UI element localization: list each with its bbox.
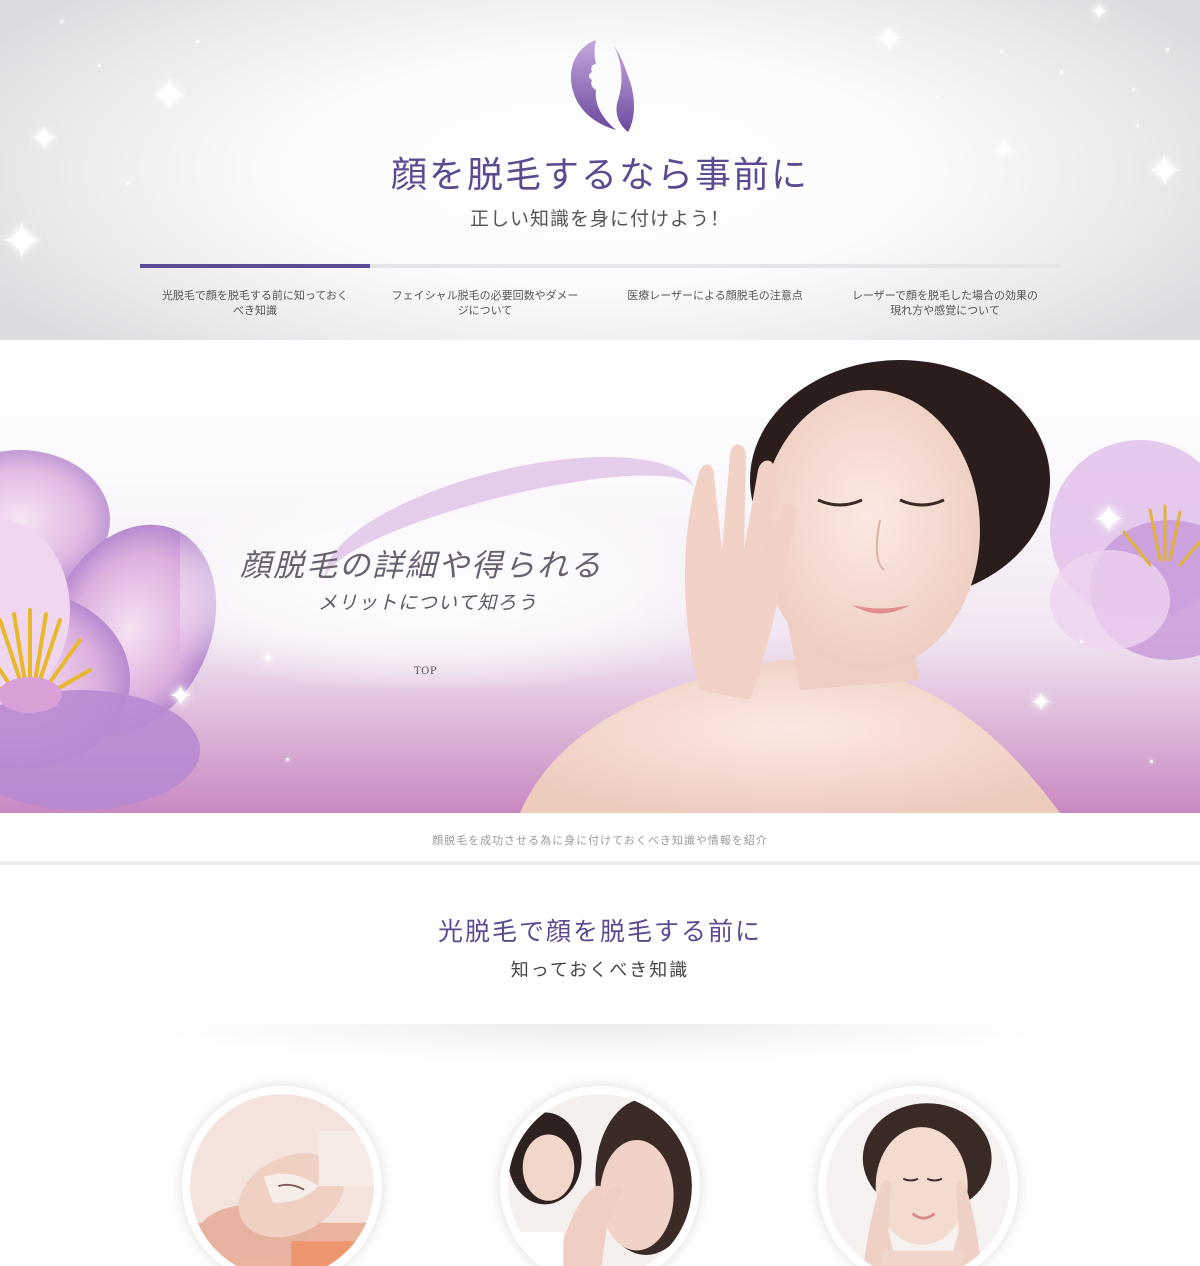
sparkle-decoration: ✦ (262, 651, 274, 667)
breadcrumb-top-link[interactable]: TOP (414, 666, 437, 677)
hero-title: 顔脱毛の詳細や得られる (240, 548, 603, 584)
sparkle-decoration: ✦ (168, 679, 194, 714)
section-divider-shadow (140, 1024, 1060, 1084)
sparkle-decoration: ✦ (874, 19, 905, 60)
section-title: 光脱毛で顔を脱毛する前に (437, 917, 762, 946)
nav-item-facial-sessions[interactable]: フェイシャル脱毛の必要回数やダメージについて (370, 288, 600, 318)
main-nav: 光脱毛で顔を脱毛する前に知っておくべき知識 フェイシャル脱毛の必要回数やダメージ… (140, 264, 1060, 324)
site-header: ✦ ✦ ✦ ✦ ✦ ✦ ✦ 顔を脱毛するなら事前に 正しい知識を身に付けよう！ … (0, 0, 1200, 340)
section-subtitle: 知っておくべき知識 (510, 960, 690, 981)
nav-item-photo-epilation[interactable]: 光脱毛で顔を脱毛する前に知っておくべき知識 (140, 288, 370, 318)
site-title: 顔を脱毛するなら事前に (390, 155, 809, 196)
sparkle-decoration: ✦ (1090, 0, 1109, 25)
article-image-skin-consultation[interactable] (500, 1086, 700, 1266)
site-subtitle: 正しい知識を身に付けよう！ (469, 208, 730, 230)
sparkle-decoration: ✦ (150, 68, 189, 122)
sparkle-decoration: ✦ (1092, 497, 1126, 543)
nav-item-laser-effects[interactable]: レーザーで顔を脱毛した場合の効果の現れ方や感覚について (830, 288, 1060, 318)
article-image-facial-treatment[interactable] (182, 1086, 382, 1266)
face-logo-icon[interactable] (566, 38, 636, 134)
hero-subtitle: メリットについて知ろう (318, 592, 538, 614)
nav-active-indicator (140, 264, 370, 268)
article-image-smiling-woman[interactable] (818, 1086, 1018, 1266)
woman-portrait-image (520, 360, 1060, 813)
hero-banner: ✦ ✦ ✦ ✦ 顔脱毛の詳細や得られる メリットについて知ろう TOP (0, 340, 1200, 813)
site-tagline: 顔脱毛を成功させる為に身に付けておくべき知識や情報を紹介 (0, 813, 1200, 865)
nav-item-medical-laser[interactable]: 医療レーザーによる顔脱毛の注意点 (600, 288, 830, 303)
